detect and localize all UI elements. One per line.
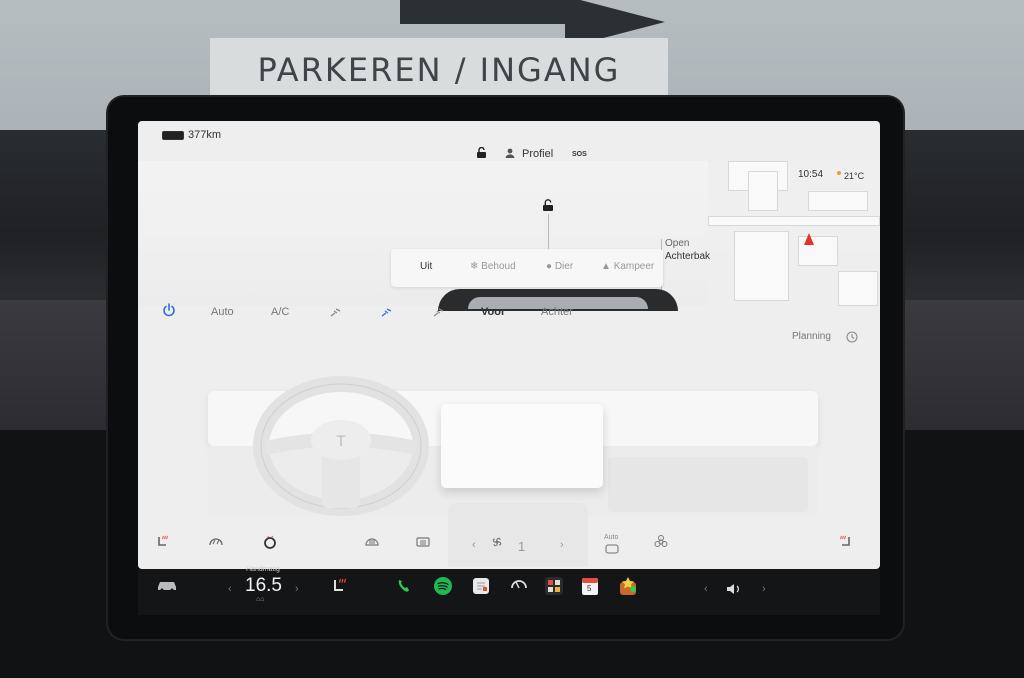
car-lock-icon[interactable] (543, 199, 553, 211)
parking-sign: PARKEREN / INGANG (210, 38, 668, 102)
calendar-day: 5 (587, 584, 592, 593)
fan-icon (490, 535, 504, 549)
ac-button[interactable]: A/C (271, 306, 289, 318)
outside-temperature: 21°C (844, 171, 865, 181)
front-tab[interactable]: Voor (481, 306, 505, 318)
mini-map[interactable] (708, 161, 880, 306)
camp-mode-camp-label: Kampeer (613, 261, 655, 272)
airflow-mixed-icon[interactable] (433, 307, 445, 319)
steering-heat-icon[interactable] (263, 535, 277, 549)
temp-increase-button[interactable]: › (295, 583, 299, 595)
climate-control-row (138, 294, 880, 332)
wall-arrow-shaft (400, 0, 570, 24)
volume-increase-button[interactable]: › (762, 583, 766, 595)
volume-decrease-button[interactable]: ‹ (704, 583, 708, 595)
wiper-icon[interactable] (510, 578, 528, 597)
clock-time: 10:54 (798, 169, 824, 180)
fan-decrease-button[interactable]: ‹ (472, 539, 476, 551)
battery-icon (162, 131, 184, 140)
fan-increase-button[interactable]: › (560, 539, 564, 551)
temp-decrease-button[interactable]: ‹ (228, 583, 232, 595)
fan-speed: 1 (518, 539, 526, 554)
trunk-label[interactable]: Achterbak (665, 251, 710, 262)
cabin-center-console (448, 503, 588, 567)
sos-button[interactable]: SOS (572, 151, 587, 158)
unlock-icon[interactable] (477, 147, 486, 158)
camp-mode-camp[interactable]: ▲ Kampeer (601, 261, 654, 272)
camp-mode-dog[interactable]: ● Dier (546, 261, 573, 272)
navigation-arrow-icon (804, 233, 814, 245)
front-defrost-icon[interactable] (364, 535, 380, 549)
airflow-mini-icon: ⌂⌂ (256, 596, 265, 603)
camp-mode-dog-label: Dier (554, 261, 574, 272)
seat-heat-right-icon[interactable] (838, 535, 852, 549)
camp-mode-keep-label: Behoud (481, 261, 516, 272)
temp-setpoint[interactable]: 16.5 (245, 575, 282, 597)
camp-mode-off[interactable]: Uit (420, 261, 432, 272)
clock-icon[interactable] (846, 331, 858, 343)
temp-mode-label: Handmatig (246, 566, 280, 573)
car-icon[interactable] (156, 578, 178, 596)
cabin-glovebox (608, 457, 808, 512)
paw-icon: ● (546, 261, 555, 272)
weather-sun-icon (837, 171, 841, 175)
seat-heater-icon[interactable] (332, 578, 348, 599)
profile-icon[interactable] (505, 148, 515, 158)
steering-wheel: T (252, 376, 430, 521)
wiper-defrost-icon[interactable] (208, 535, 224, 549)
seat-heat-left-icon[interactable] (156, 535, 170, 549)
range-readout: 377km (188, 129, 222, 141)
profile-label[interactable]: Profiel (522, 148, 553, 160)
recirculation-icon[interactable] (605, 544, 619, 554)
touchscreen: 377km Profiel SOS 10:54 21°C Open Achter… (138, 121, 880, 569)
camp-mode-keep[interactable]: ❄ Behoud (470, 261, 516, 272)
apps-launcher-icon[interactable] (544, 576, 564, 601)
power-icon[interactable] (162, 303, 176, 317)
manual-icon[interactable] (472, 577, 490, 600)
auto-button[interactable]: Auto (211, 306, 234, 318)
airflow-feet-icon[interactable] (381, 307, 393, 319)
trunk-state[interactable]: Open (665, 238, 689, 249)
toybox-icon[interactable] (618, 576, 638, 601)
svg-text:T: T (336, 434, 346, 450)
taskbar: ‹ Handmatig 16.5 ⌂⌂ › 5 ‹ › (138, 566, 880, 615)
tent-icon: ▲ (601, 261, 614, 272)
cabin-center-screen (441, 404, 603, 488)
planning-button[interactable]: Planning (792, 331, 831, 342)
recirc-auto-label: Auto (604, 534, 619, 541)
rear-tab[interactable]: Achter (541, 306, 573, 318)
spotify-icon[interactable] (434, 577, 452, 600)
snowflake-icon: ❄ (470, 261, 482, 272)
airflow-face-icon[interactable] (330, 307, 342, 319)
phone-icon[interactable] (396, 578, 412, 599)
volume-icon[interactable] (726, 582, 742, 600)
rear-defrost-icon[interactable] (415, 535, 431, 549)
bioweapon-mode-icon[interactable] (654, 535, 668, 549)
